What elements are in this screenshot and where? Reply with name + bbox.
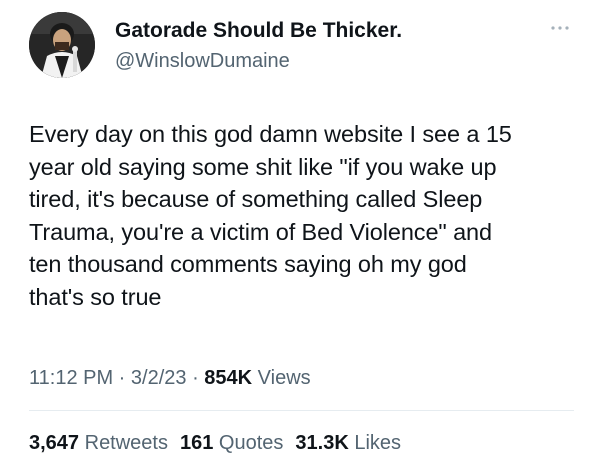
quotes-count: 161 bbox=[180, 432, 214, 454]
views-count: 854K bbox=[204, 367, 253, 389]
tweet-date[interactable]: 3/2/23 bbox=[131, 367, 187, 389]
tweet-meta: 11:12 PM · 3/2/23 · 854K Views bbox=[29, 365, 311, 391]
retweets-label: Retweets bbox=[79, 432, 168, 454]
display-name[interactable]: Gatorade Should Be Thicker. bbox=[115, 18, 402, 44]
retweets-stat[interactable]: 3,647 Retweets bbox=[29, 430, 168, 456]
user-handle[interactable]: @WinslowDumaine bbox=[115, 48, 402, 74]
tweet-card: Gatorade Should Be Thicker. @WinslowDuma… bbox=[0, 0, 600, 471]
tweet-header: Gatorade Should Be Thicker. @WinslowDuma… bbox=[29, 12, 589, 82]
avatar-image bbox=[29, 12, 95, 78]
engagement-stats: 3,647 Retweets 161 Quotes 31.3K Likes bbox=[29, 430, 413, 456]
likes-label: Likes bbox=[348, 432, 402, 454]
quotes-label: Quotes bbox=[213, 432, 284, 454]
user-names: Gatorade Should Be Thicker. @WinslowDuma… bbox=[115, 18, 402, 74]
tweet-time[interactable]: 11:12 PM bbox=[29, 367, 113, 389]
likes-count: 31.3K bbox=[295, 432, 349, 454]
quotes-stat[interactable]: 161 Quotes bbox=[180, 430, 283, 456]
more-dots-icon[interactable] bbox=[549, 20, 571, 30]
meta-separator: · bbox=[113, 367, 131, 389]
tweet-text: Every day on this god damn website I see… bbox=[29, 121, 512, 310]
meta-separator: · bbox=[186, 367, 205, 389]
likes-stat[interactable]: 31.3K Likes bbox=[295, 430, 401, 456]
divider bbox=[29, 410, 574, 411]
avatar[interactable] bbox=[29, 12, 95, 78]
views-label: Views bbox=[252, 367, 311, 389]
retweets-count: 3,647 bbox=[29, 432, 80, 454]
